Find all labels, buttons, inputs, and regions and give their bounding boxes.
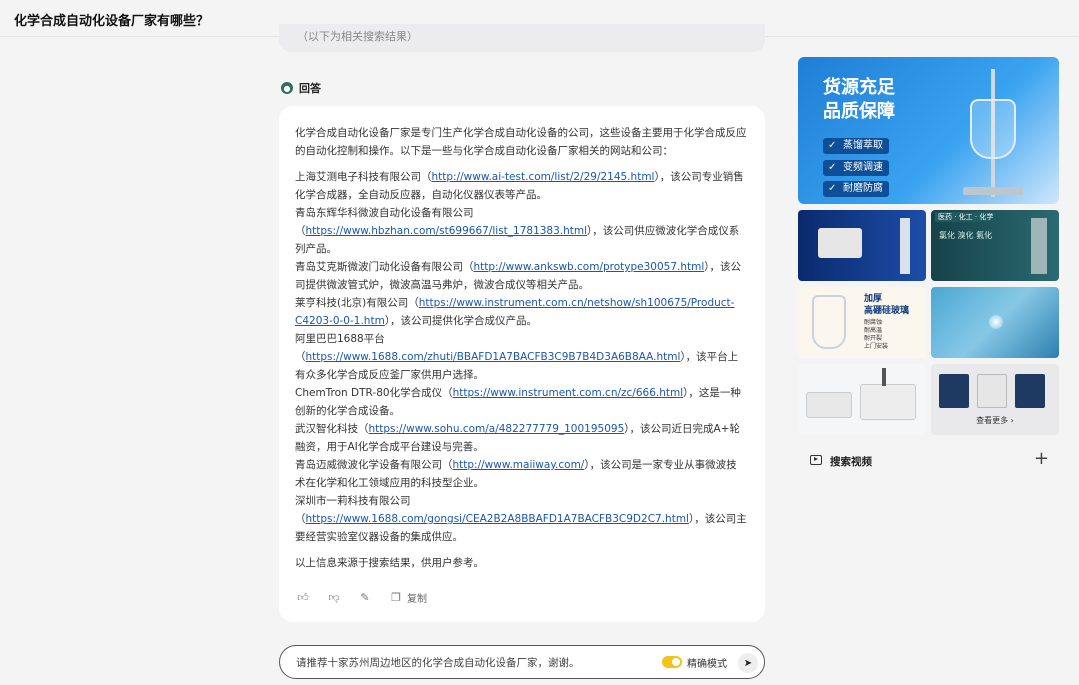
answer-list-item: 青岛东辉华科微波自动化设备有限公司（https://www.hbzhan.com… [295, 204, 747, 258]
precise-mode-toggle[interactable] [662, 656, 682, 668]
answer-label: 回答 [299, 82, 321, 95]
ad-badge: 变频调速 [823, 160, 889, 176]
answer-list-item: 深圳市一莉科技有限公司（https://www.1688.com/gongsi/… [295, 492, 747, 546]
thumbnail-feature: 上门安装 [864, 343, 889, 350]
answer-body: 化学合成自动化设备厂家是专门生产化学合成自动化设备的公司，这些设备主要用于化学合… [295, 124, 747, 580]
answer-actions: 👍︎ 👎︎ ✎ ❐ 复制 [296, 590, 427, 605]
answer-intro: 化学合成自动化设备厂家是专门生产化学合成自动化设备的公司，这些设备主要用于化学合… [295, 127, 747, 157]
ad-badge: 耐磨防腐 [823, 181, 889, 197]
source-link[interactable]: https://www.instrument.com.cn/zc/666.htm… [453, 387, 684, 399]
video-icon [810, 455, 822, 465]
thumbnail-feature-list: 耐腐蚀 耐高温 耐开裂 上门安装 [864, 319, 888, 351]
previous-message-text: （以下为相关搜索结果） [297, 30, 418, 43]
item-text: ChemTron DTR-80化学合成仪（ [295, 387, 453, 399]
thumbnail-subheadline: 高硼硅玻璃 [864, 306, 910, 316]
item-text: 莱亨科技(北京)有限公司（ [295, 297, 419, 309]
source-link[interactable]: http://www.ankswb.com/protype30057.html [474, 261, 705, 273]
answer-header: ● 回答 [281, 80, 321, 96]
answer-outro: 以上信息来源于搜索结果，供用户参考。 [295, 557, 484, 569]
copy-icon: ❐ [391, 591, 401, 604]
thumbnail-caption: 氯化 溴化 氟化 [939, 231, 993, 240]
source-link[interactable]: https://www.sohu.com/a/482277779_1001950… [369, 423, 625, 435]
view-more-label: 查看更多 › [976, 416, 1014, 425]
thumbnail-feature: 耐高温 [864, 327, 883, 334]
answer-list: 上海艾测电子科技有限公司（http://www.ai-test.com/list… [295, 168, 747, 546]
source-link[interactable]: https://www.1688.com/gongsi/CEA2B2A8BBAF… [306, 513, 689, 525]
edit-icon[interactable]: ✎ [358, 591, 372, 605]
send-button[interactable]: ➤ [738, 653, 758, 673]
search-video-label: 搜索视频 [830, 456, 872, 468]
item-text: 青岛艾克斯微波门动化设备有限公司（ [295, 261, 474, 273]
reactor-image [958, 69, 1028, 197]
chat-input[interactable]: 请推荐十家苏州周边地区的化学合成自动化设备厂家，谢谢。 [296, 655, 580, 670]
item-text: 上海艾测电子科技有限公司（ [295, 171, 432, 183]
source-link[interactable]: https://www.hbzhan.com/st699667/list_178… [306, 225, 588, 237]
previous-message-card: （以下为相关搜索结果） [279, 24, 765, 52]
answer-icon: ● [281, 82, 293, 94]
answer-card: 化学合成自动化设备厂家是专门生产化学合成自动化设备的公司，这些设备主要用于化学合… [279, 106, 765, 622]
answer-list-item: 青岛迈威微波化学设备有限公司（http://www.maiiway.com/），… [295, 456, 747, 492]
item-text: 武汉智化科技（ [295, 423, 369, 435]
thumbnail-image[interactable]: 医药 · 化工 · 化学 氯化 溴化 氟化 [931, 210, 1059, 281]
answer-list-item: 莱亨科技(北京)有限公司（https://www.instrument.com.… [295, 294, 747, 330]
ad-badge: 蒸馏萃取 [823, 138, 889, 154]
source-link[interactable]: https://www.1688.com/zhuti/BBAFD1A7BACFB… [306, 351, 681, 363]
page-title: 化学合成自动化设备厂家有哪些？ [14, 14, 210, 29]
copy-label: 复制 [407, 594, 427, 605]
thumbnail-feature: 耐开裂 [864, 335, 883, 342]
expand-plus-icon[interactable]: + [1034, 449, 1049, 469]
thumbnail-image[interactable]: 加厚 高硼硅玻璃 耐腐蚀 耐高温 耐开裂 上门安装 [798, 287, 926, 358]
chat-input-bar[interactable]: 请推荐十家苏州周边地区的化学合成自动化设备厂家，谢谢。 精确模式 ➤ [279, 645, 765, 679]
thumbnail-image[interactable] [931, 287, 1059, 358]
thumbs-up-icon[interactable]: 👍︎ [296, 591, 310, 605]
source-link[interactable]: http://www.maiiway.com/ [453, 459, 585, 471]
thumbnail-image[interactable] [798, 210, 926, 281]
search-video-row[interactable]: 搜索视频 + [798, 444, 1059, 478]
copy-button[interactable]: ❐ 复制 [389, 590, 427, 605]
ad-headline-1: 货源充足 [823, 77, 895, 98]
answer-list-item: ChemTron DTR-80化学合成仪（https://www.instrum… [295, 384, 747, 420]
answer-list-item: 武汉智化科技（https://www.sohu.com/a/482277779_… [295, 420, 747, 456]
ad-banner[interactable]: 货源充足 品质保障 蒸馏萃取 变频调速 耐磨防腐 [798, 57, 1059, 204]
thumbnail-image[interactable] [798, 364, 926, 435]
precise-mode-label: 精确模式 [687, 659, 727, 670]
view-more-images[interactable]: 查看更多 › [931, 364, 1059, 435]
source-link[interactable]: http://www.ai-test.com/list/2/29/2145.ht… [432, 171, 655, 183]
item-text: ），该公司提供化学合成仪产品。 [384, 315, 538, 327]
thumbnail-tag: 医药 · 化工 · 化学 [935, 212, 997, 222]
item-text: 青岛迈威微波化学设备有限公司（ [295, 459, 453, 471]
answer-list-item: 青岛艾克斯微波门动化设备有限公司（http://www.ankswb.com/p… [295, 258, 747, 294]
thumbnail-feature: 耐腐蚀 [864, 319, 883, 326]
answer-list-item: 阿里巴巴1688平台（https://www.1688.com/zhuti/BB… [295, 330, 747, 384]
answer-list-item: 上海艾测电子科技有限公司（http://www.ai-test.com/list… [295, 168, 747, 204]
ad-headline-2: 品质保障 [823, 101, 895, 122]
thumbs-down-icon[interactable]: 👎︎ [327, 591, 341, 605]
